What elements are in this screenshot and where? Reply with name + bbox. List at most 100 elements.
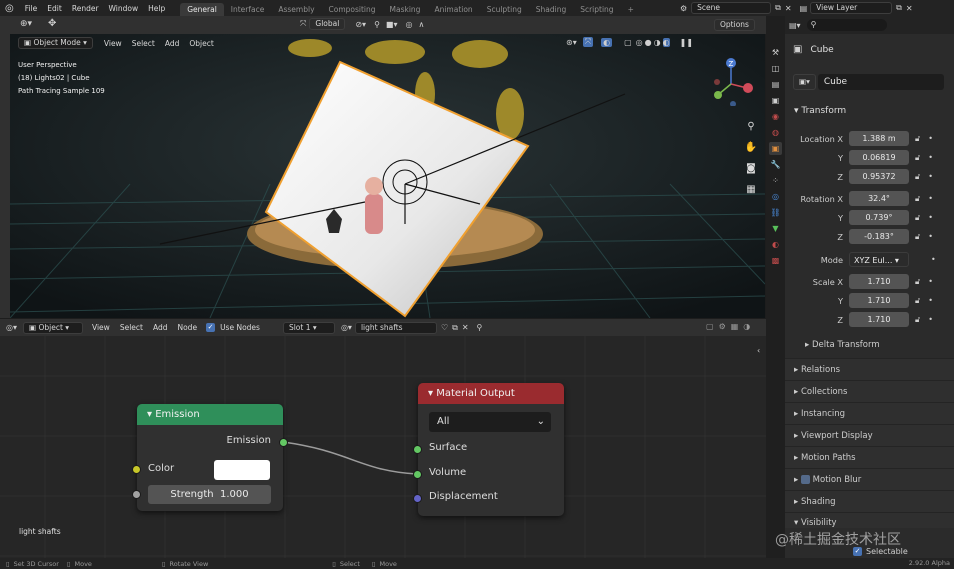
rotation-z-field[interactable]: -0.183° (849, 229, 909, 244)
orientation-dropdown[interactable]: Global (309, 18, 346, 30)
vp-menu-add[interactable]: Add (160, 39, 185, 48)
3d-viewport[interactable]: User Perspective (18) Lights02 | Cube Pa… (10, 34, 765, 318)
modifier-tab-icon[interactable]: 🔧 (769, 158, 782, 171)
remove-scene-icon[interactable]: ✕ (785, 4, 792, 13)
keyframe-dot-icon[interactable]: • (928, 134, 933, 143)
tool-tab-icon[interactable]: ⚒ (769, 46, 782, 59)
panel-visibility[interactable]: ▾ Visibility (785, 512, 954, 528)
tab-compositing[interactable]: Compositing (322, 3, 383, 16)
color-swatch[interactable] (214, 460, 270, 480)
lock-icon[interactable]: 🔓︎ (915, 153, 920, 163)
tab-scripting[interactable]: Scripting (573, 3, 620, 16)
vp-menu-select[interactable]: Select (127, 39, 160, 48)
use-nodes-checkbox[interactable]: ✓ (206, 323, 216, 332)
pin-icon[interactable]: ⚲ (477, 323, 483, 332)
menu-edit[interactable]: Edit (42, 4, 67, 13)
color-input-socket[interactable] (132, 465, 141, 474)
keyframe-dot-icon[interactable]: • (928, 296, 933, 305)
overlay-icon[interactable]: ◐ (601, 37, 613, 47)
panel-relations[interactable]: ▸ Relations (785, 358, 954, 380)
transform-tool-icon[interactable]: ✥ (48, 18, 56, 29)
lock-icon[interactable]: 🔓︎ (915, 134, 920, 144)
blender-logo-icon[interactable]: ◎ (5, 3, 14, 14)
constraints-tab-icon[interactable]: ⛓ (769, 206, 782, 219)
panel-motion-paths[interactable]: ▸ Motion Paths (785, 446, 954, 468)
copy-view-layer-icon[interactable]: ⧉ (896, 3, 902, 13)
snap-node-icon[interactable]: ⚙ (719, 322, 726, 331)
object-browse-icon[interactable]: ▣▾ (793, 74, 816, 90)
slot-dropdown[interactable]: Slot 1 ▾ (282, 321, 335, 334)
props-editor-icon[interactable]: ▤▾ (789, 21, 801, 30)
tab-animation[interactable]: Animation (427, 3, 479, 16)
copy-scene-icon[interactable]: ⧉ (775, 3, 781, 13)
texture-tab-icon[interactable]: ▩ (769, 254, 782, 267)
tab-sculpting[interactable]: Sculpting (480, 3, 529, 16)
transform-panel-header[interactable]: ▾ Transform (785, 100, 954, 122)
scale-x-field[interactable]: 1.710 (849, 274, 909, 289)
rotation-mode-dropdown[interactable]: XYZ Eul... ▾ (849, 252, 909, 267)
scale-y-field[interactable]: 1.710 (849, 293, 909, 308)
gizmo-toggle-icon[interactable]: ⤧ (582, 37, 594, 47)
scene-tab-icon[interactable]: ◉ (769, 110, 782, 123)
camera-icon[interactable]: ◙ (743, 158, 759, 179)
world-tab-icon[interactable]: ◍ (769, 126, 782, 139)
fake-user-icon[interactable]: ♡ (441, 323, 448, 332)
shader-type-dropdown[interactable]: ▣ Object ▾ (23, 321, 83, 334)
lock-icon[interactable]: 🔓︎ (915, 213, 920, 223)
rotation-y-field[interactable]: 0.739° (849, 210, 909, 225)
target-dropdown[interactable]: All ⌄ (429, 412, 551, 432)
snap-icon[interactable]: ⚲ (374, 20, 380, 29)
panel-motion-blur[interactable]: ▸ Motion Blur (785, 468, 954, 490)
remove-view-layer-icon[interactable]: ✕ (906, 4, 913, 13)
panel-instancing[interactable]: ▸ Instancing (785, 402, 954, 424)
node-menu-node[interactable]: Node (172, 323, 202, 332)
lock-icon[interactable]: 🔓︎ (915, 232, 920, 242)
node-menu-select[interactable]: Select (115, 323, 148, 332)
keyframe-dot-icon[interactable]: • (928, 213, 933, 222)
unlink-material-icon[interactable]: ✕ (462, 323, 469, 332)
surface-input-socket[interactable] (413, 445, 422, 454)
visibility-icon[interactable]: ⊛▾ (566, 38, 577, 47)
strength-input-socket[interactable] (132, 490, 141, 499)
scene-field[interactable]: Scene (691, 2, 772, 14)
keyframe-dot-icon[interactable]: • (928, 232, 933, 241)
output-tab-icon[interactable]: ▤ (769, 78, 782, 91)
pivot-icon[interactable]: ⊘▾ (355, 20, 366, 29)
delta-transform-subpanel[interactable]: ▸ Delta Transform (805, 340, 880, 350)
tab-general[interactable]: General (180, 3, 224, 16)
keyframe-dot-icon[interactable]: • (928, 153, 933, 162)
navigation-gizmo[interactable]: Z (707, 58, 755, 106)
panel-collections[interactable]: ▸ Collections (785, 380, 954, 402)
emission-node[interactable]: ▾ Emission Emission Color Strength 1.000 (137, 404, 283, 511)
render-tab-icon[interactable]: ◫ (769, 62, 782, 75)
emission-output-socket[interactable] (279, 438, 288, 447)
xray-icon[interactable]: ▢ (624, 38, 632, 47)
vp-menu-object[interactable]: Object (184, 39, 218, 48)
tab-interface[interactable]: Interface (224, 3, 272, 16)
keyframe-dot-icon[interactable]: • (928, 277, 933, 286)
lock-icon[interactable]: 🔓︎ (915, 315, 920, 325)
keyframe-dot-icon[interactable]: • (928, 194, 933, 203)
location-x-field[interactable]: 1.388 m (849, 131, 909, 146)
view-layer-field[interactable]: View Layer (810, 2, 893, 14)
material-tab-icon[interactable]: ◐ (769, 238, 782, 251)
panel-viewport-display[interactable]: ▸ Viewport Display (785, 424, 954, 446)
node-tool-icon[interactable]: ▢ (706, 322, 714, 331)
location-y-field[interactable]: 0.06819 (849, 150, 909, 165)
editor-type-icon[interactable]: ⊕▾ (20, 19, 32, 29)
options-button[interactable]: Options (714, 19, 755, 31)
scale-z-field[interactable]: 1.710 (849, 312, 909, 327)
particles-tab-icon[interactable]: ⁘ (769, 174, 782, 187)
object-name-field[interactable]: Cube (817, 74, 944, 90)
volume-input-socket[interactable] (413, 470, 422, 479)
motion-blur-checkbox[interactable] (800, 475, 810, 484)
duplicate-material-icon[interactable]: ⧉ (452, 323, 458, 333)
strength-field[interactable]: Strength 1.000 (148, 485, 271, 504)
displacement-input-socket[interactable] (413, 494, 422, 503)
proportional-icon[interactable]: ◎ (406, 20, 413, 29)
zoom-icon[interactable]: ⚲ (743, 116, 759, 137)
data-tab-icon[interactable]: ▼ (769, 222, 782, 235)
view-layer-tab-icon[interactable]: ▣ (769, 94, 782, 107)
physics-tab-icon[interactable]: ◎ (769, 190, 782, 203)
panel-shading[interactable]: ▸ Shading (785, 490, 954, 512)
